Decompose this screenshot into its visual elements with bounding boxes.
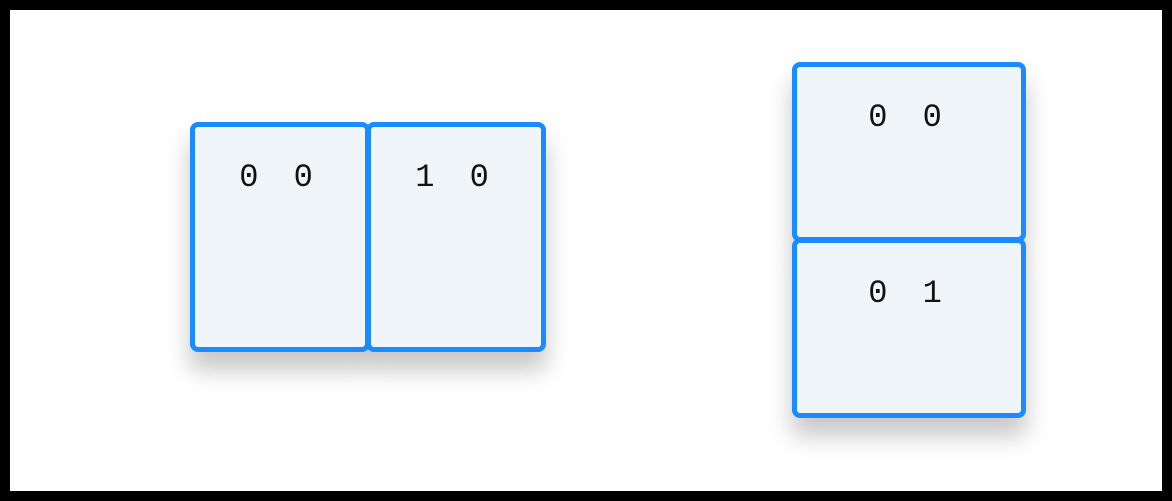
right-cell-1-label: 0 1 <box>868 275 950 312</box>
left-cell-0: 0 0 <box>190 122 370 352</box>
right-group: 0 0 0 1 <box>792 62 1026 418</box>
left-cell-1: 1 0 <box>366 122 546 352</box>
right-cell-0: 0 0 <box>792 62 1026 242</box>
left-cell-1-label: 1 0 <box>415 159 497 196</box>
right-cell-1: 0 1 <box>792 238 1026 418</box>
left-group: 0 0 1 0 <box>190 122 546 352</box>
right-cell-0-label: 0 0 <box>868 99 950 136</box>
diagram-canvas: 0 0 1 0 0 0 0 1 <box>0 0 1172 501</box>
left-cell-0-label: 0 0 <box>239 159 321 196</box>
